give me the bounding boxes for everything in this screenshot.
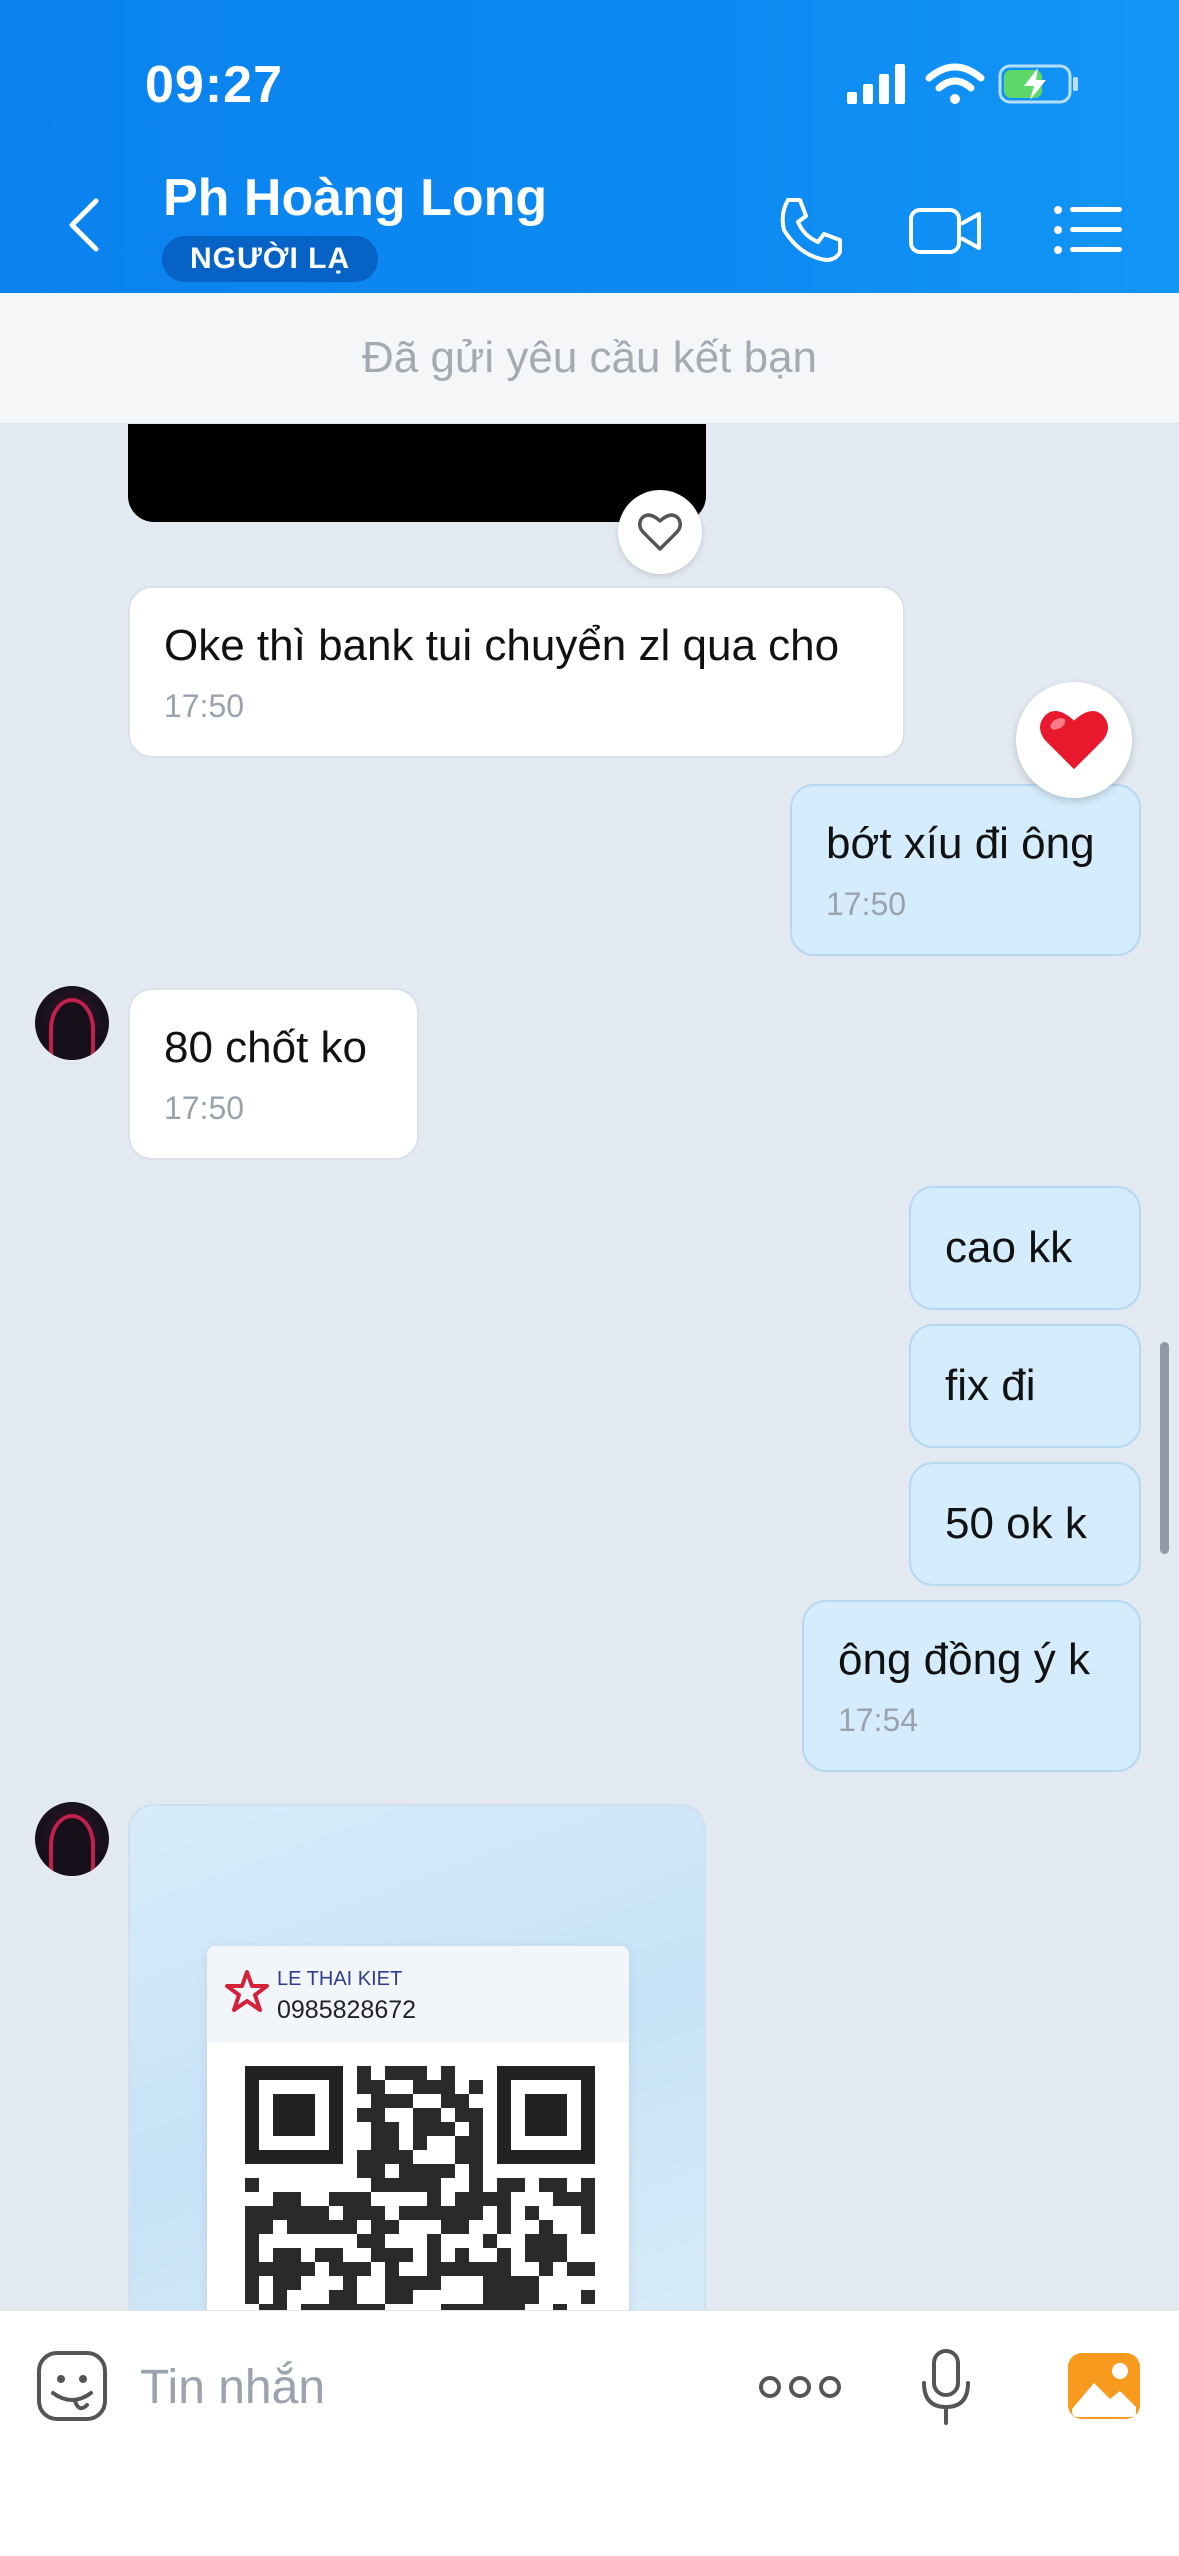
qr-image-message[interactable]: LE THAI KIET 0985828672 <box>128 1804 706 2310</box>
cellular-signal-icon <box>847 64 905 104</box>
message-time: 17:50 <box>164 688 245 724</box>
scrollbar[interactable] <box>1160 1342 1169 1554</box>
wifi-icon <box>925 63 985 104</box>
back-button[interactable] <box>60 195 110 255</box>
contact-name[interactable]: Ph Hoàng Long <box>163 168 547 228</box>
chat-area[interactable]: Oke thì bank tui chuyển zl qua cho 17:50… <box>0 424 1179 2310</box>
avatar[interactable] <box>35 1802 109 1876</box>
phone-icon[interactable] <box>770 190 850 270</box>
account-name: LE THAI KIET <box>277 1968 403 1990</box>
account-phone: 0985828672 <box>277 1996 417 2024</box>
message-text: 50 ok k <box>945 1499 1087 1548</box>
message-time: 17:50 <box>826 886 907 922</box>
message-bubble-incoming[interactable]: Oke thì bank tui chuyển zl qua cho 17:50 <box>128 586 905 758</box>
message-bubble-outgoing[interactable]: cao kk <box>909 1186 1141 1310</box>
sticker-face-icon[interactable] <box>35 2349 109 2423</box>
message-bubble-incoming[interactable]: 80 chốt ko 17:50 <box>128 988 419 1160</box>
video-camera-icon[interactable] <box>905 190 985 270</box>
qr-payment-card: LE THAI KIET 0985828672 <box>207 1946 629 2310</box>
message-bubble-outgoing[interactable]: fix đi <box>909 1324 1141 1448</box>
message-text: Oke thì bank tui chuyển zl qua cho <box>164 621 840 670</box>
message-text: cao kk <box>945 1223 1073 1272</box>
photo-gallery-icon[interactable] <box>1066 2351 1142 2421</box>
message-time: 17:54 <box>838 1702 919 1738</box>
message-text: 80 chốt ko <box>164 1023 368 1072</box>
heart-icon <box>1040 711 1108 770</box>
more-dots-icon[interactable] <box>758 2363 842 2411</box>
friend-request-notice: Đã gửi yêu cầu kết bạn <box>0 293 1179 424</box>
message-text: bớt xíu đi ông <box>826 819 1095 868</box>
bank-logo-icon <box>225 1970 269 2012</box>
message-bubble-outgoing[interactable]: bớt xíu đi ông 17:50 <box>790 784 1141 956</box>
message-time: 17:50 <box>164 1090 245 1126</box>
message-bubble-outgoing[interactable]: ông đồng ý k 17:54 <box>802 1600 1141 1772</box>
stranger-badge: NGƯỜI LẠ <box>162 236 379 282</box>
list-menu-icon[interactable] <box>1048 190 1128 270</box>
microphone-icon[interactable] <box>918 2347 974 2427</box>
image-message[interactable] <box>128 424 706 522</box>
react-button[interactable] <box>618 490 702 574</box>
battery-charging-icon <box>998 64 1078 104</box>
message-input-bar <box>0 2310 1179 2556</box>
message-text: ông đồng ý k <box>838 1635 1090 1684</box>
message-text: fix đi <box>945 1361 1036 1410</box>
qr-code <box>245 2066 595 2310</box>
message-input[interactable] <box>140 2351 700 2423</box>
status-time: 09:27 <box>145 56 283 114</box>
chat-header: 09:27 Ph Hoàng Long NGƯỜI LẠ <box>0 0 1179 293</box>
heart-outline-icon <box>638 513 682 551</box>
avatar[interactable] <box>35 986 109 1060</box>
heart-reaction[interactable] <box>1016 682 1132 798</box>
message-bubble-outgoing[interactable]: 50 ok k <box>909 1462 1141 1586</box>
